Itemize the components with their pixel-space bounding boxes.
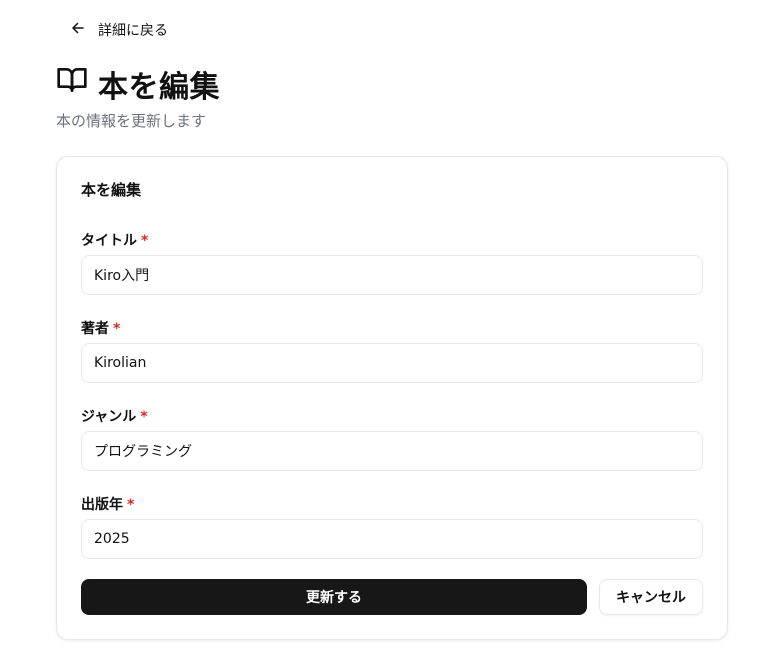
year-label: 出版年 *: [81, 497, 135, 513]
page-title: 本を編集: [56, 62, 220, 106]
back-to-detail-link[interactable]: 詳細に戻る: [60, 16, 178, 44]
required-marker: *: [141, 233, 149, 249]
author-field: 著者 *: [81, 319, 703, 383]
update-button[interactable]: 更新する: [81, 579, 587, 615]
title-input[interactable]: [81, 255, 703, 295]
title-field: タイトル *: [81, 231, 703, 295]
year-input[interactable]: [81, 519, 703, 559]
open-book-icon: [56, 64, 88, 104]
author-label: 著者 *: [81, 321, 121, 337]
genre-label: ジャンル *: [81, 409, 148, 425]
required-marker: *: [113, 321, 121, 337]
edit-book-card: 本を編集 タイトル* 著者* ジャンル* 出版年* 更新する キャンセル: [56, 156, 728, 640]
required-marker: *: [140, 409, 148, 425]
required-marker: *: [127, 497, 135, 513]
year-field: 出版年 *: [81, 495, 703, 559]
back-link-label: 詳細に戻る: [98, 23, 168, 39]
card-title: 本を編集: [81, 181, 142, 199]
page-subtitle: 本の情報を更新します: [56, 112, 207, 130]
arrow-left-icon: [70, 20, 86, 40]
cancel-button[interactable]: キャンセル: [599, 579, 703, 615]
genre-input[interactable]: [81, 431, 703, 471]
page-title-text: 本を編集: [98, 70, 220, 105]
author-input[interactable]: [81, 343, 703, 383]
title-label: タイトル *: [81, 233, 149, 249]
genre-field: ジャンル *: [81, 407, 703, 471]
